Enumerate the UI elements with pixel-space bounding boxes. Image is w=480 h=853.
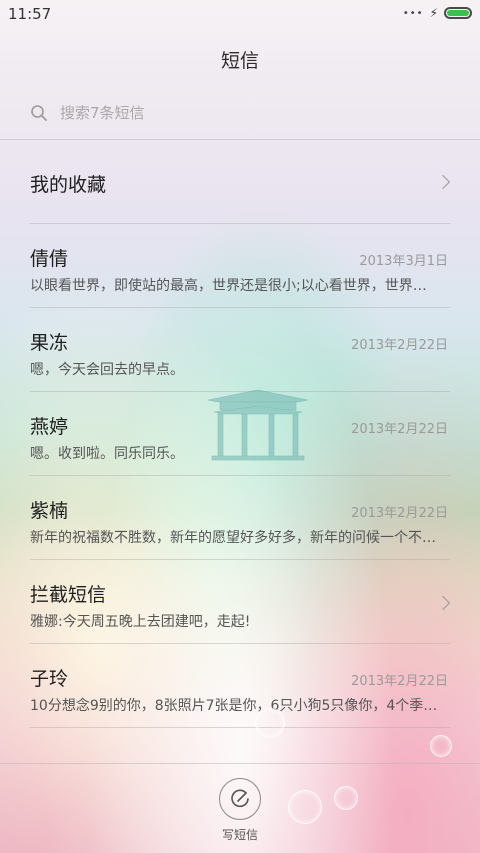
favorites-row[interactable]: 我的收藏	[0, 140, 480, 224]
contact-name: 果冻	[30, 332, 69, 354]
chevron-right-icon	[435, 174, 451, 190]
message-date: 2013年2月22日	[351, 674, 448, 689]
contact-name: 紫楠	[30, 500, 69, 522]
message-preview: 以眼看世界，即使站的最高，世界还是很小;以心看世界，世界……	[30, 278, 440, 294]
bubble-decoration	[430, 735, 452, 757]
battery-fill	[447, 10, 469, 16]
status-icons: ••• ⚡	[403, 6, 472, 20]
bubble-decoration	[288, 790, 322, 824]
compose-pen-icon	[231, 789, 249, 808]
contact-name: 燕婷	[30, 416, 69, 438]
chevron-right-icon	[435, 595, 451, 611]
status-bar: 11:57 ••• ⚡	[0, 0, 480, 28]
compose-button[interactable]	[219, 778, 261, 820]
bubble-decoration	[255, 708, 285, 738]
divider	[0, 763, 480, 764]
compose-label: 写短信	[221, 828, 258, 842]
message-preview: 新年的祝福数不胜数，新年的愿望好多好多，新年的问候一个不能少……	[30, 530, 440, 546]
message-date: 2013年2月22日	[351, 422, 448, 437]
status-time: 11:57	[8, 5, 52, 23]
contact-name: 子玲	[30, 668, 69, 690]
message-date: 2013年2月22日	[351, 338, 448, 353]
conversation-row[interactable]: 果冻 2013年2月22日 嗯，今天会回去的早点。	[0, 308, 480, 392]
intercept-label: 拦截短信	[30, 584, 107, 606]
message-date: 2013年2月22日	[351, 506, 448, 521]
message-preview: 嗯，今天会回去的早点。	[30, 362, 184, 378]
message-preview: 雅娜:今天周五晚上去团建吧，走起!	[30, 614, 251, 630]
search-bar[interactable]	[30, 96, 450, 130]
search-input[interactable]	[58, 103, 422, 123]
message-preview: 10分想念9别的你，8张照片7张是你，6只小狗5只像你，4个季节都陪着你……	[30, 698, 440, 714]
conversation-row[interactable]: 紫楠 2013年2月22日 新年的祝福数不胜数，新年的愿望好多好多，新年的问候一…	[0, 476, 480, 560]
message-date: 2013年3月1日	[359, 254, 448, 269]
search-icon	[30, 104, 48, 122]
conversation-row[interactable]: 倩倩 2013年3月1日 以眼看世界，即使站的最高，世界还是很小;以心看世界，世…	[0, 224, 480, 308]
signal-dots-icon: •••	[402, 7, 424, 19]
battery-icon	[444, 7, 472, 19]
conversation-row[interactable]: 子玲 2013年2月22日 10分想念9别的你，8张照片7张是你，6只小狗5只像…	[0, 644, 480, 728]
temple-gate-illustration	[207, 389, 309, 461]
intercept-row[interactable]: 拦截短信 雅娜:今天周五晚上去团建吧，走起!	[0, 560, 480, 644]
bubble-decoration	[334, 786, 358, 810]
contact-name: 倩倩	[30, 248, 69, 270]
page-title: 短信	[220, 50, 259, 72]
favorites-label: 我的收藏	[30, 174, 107, 196]
charging-bolt-icon: ⚡	[429, 6, 438, 20]
